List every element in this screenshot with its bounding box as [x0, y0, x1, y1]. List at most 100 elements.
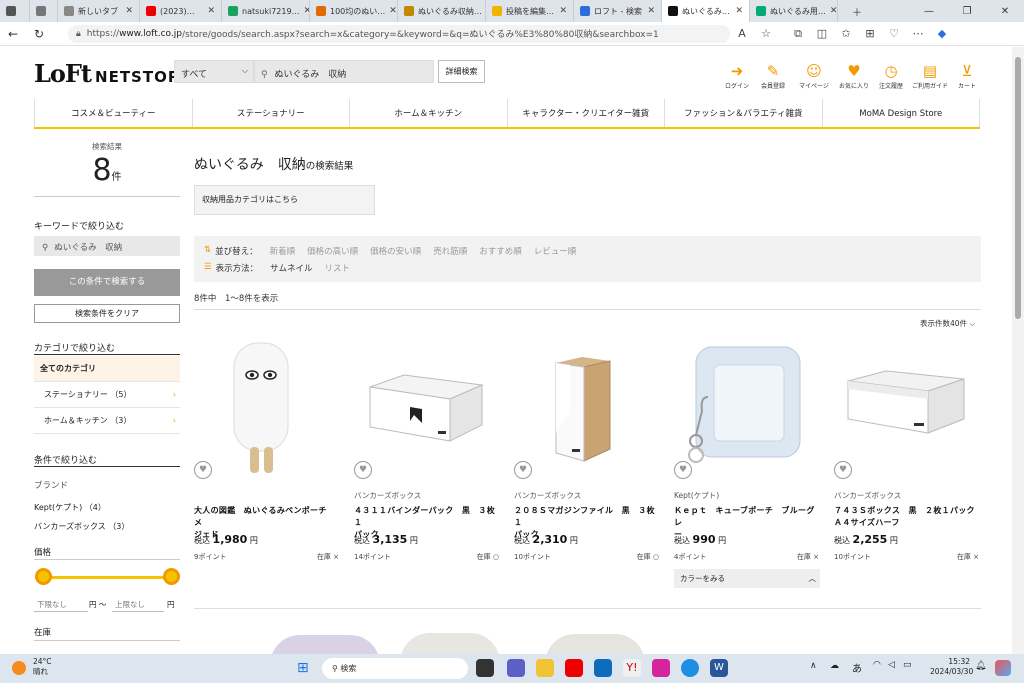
guide-link[interactable]: ▤ ご利用ガイド [911, 61, 949, 90]
order-history-link[interactable]: ◷ 注文履歴 [872, 61, 910, 90]
start-windows-icon[interactable]: ⊞ [297, 660, 313, 676]
view-colors-button[interactable]: カラーをみる ︿ [674, 569, 820, 588]
edge-icon[interactable] [681, 659, 699, 677]
close-icon[interactable]: ✕ [830, 6, 837, 16]
category-stationery[interactable]: ステーショナリー （5） › [34, 382, 180, 408]
youtube-icon[interactable] [565, 659, 583, 677]
tab-youtube[interactable]: (2023)… ✕ [140, 0, 222, 22]
scrollbar-thumb[interactable] [1015, 57, 1021, 319]
tab-100kin[interactable]: 100均のぬい… ✕ [310, 0, 398, 22]
nav-stationery[interactable]: ステーショナリー [191, 99, 350, 127]
cloud-icon[interactable]: ☁ [830, 661, 839, 671]
teams-icon[interactable] [507, 659, 525, 677]
close-icon[interactable]: ✕ [125, 6, 133, 16]
favorite-heart-icon[interactable]: ♥ [514, 461, 532, 479]
close-icon[interactable]: ✕ [647, 6, 655, 16]
favorite-star-icon[interactable]: ☆ [754, 27, 778, 40]
tab-plush-storage[interactable]: ぬいぐるみ用… ✕ [750, 0, 838, 22]
weather-icon[interactable] [12, 661, 26, 675]
close-icon[interactable]: ✕ [735, 6, 743, 16]
favorite-heart-icon[interactable]: ♥ [834, 461, 852, 479]
search-input[interactable]: ⚲ ぬいぐるみ 収納 [254, 60, 434, 83]
word-icon[interactable]: W [710, 659, 728, 677]
favorite-heart-icon[interactable]: ♥ [674, 461, 692, 479]
tab-new-tab[interactable]: 新しいタブ ✕ [58, 0, 140, 22]
minimize-icon[interactable]: — [910, 6, 948, 17]
refresh-icon[interactable]: ↻ [26, 27, 52, 41]
per-page-select[interactable]: 表示件数40件 ⌵ [920, 318, 975, 329]
product-image-next-row[interactable] [545, 634, 645, 654]
brand-bankers-box[interactable]: バンカーズボックス （3） [34, 521, 129, 532]
file-explorer-icon[interactable] [536, 659, 554, 677]
back-icon[interactable]: ← [0, 27, 26, 41]
close-window-icon[interactable]: ✕ [986, 6, 1024, 17]
address-bar[interactable]: 🔒︎ https://www.loft.co.jp/store/goods/se… [68, 24, 730, 43]
nav-character[interactable]: キャラクター・クリエイター雑貨 [506, 99, 665, 127]
category-home-kitchen[interactable]: ホーム＆キッチン （3） › [34, 408, 180, 434]
ime-indicator[interactable]: あ [852, 660, 862, 675]
instagram-icon[interactable] [652, 659, 670, 677]
extensions-icon[interactable]: ⧉ [786, 27, 810, 41]
sort-best-selling[interactable]: 売れ筋順 [433, 245, 467, 257]
tab-sheets[interactable]: natsuki7219…✕ [222, 0, 310, 22]
chevron-up-icon[interactable]: ∧ [810, 661, 817, 671]
nav-cosme[interactable]: コスメ＆ビューティー [34, 99, 192, 127]
page-scrollbar[interactable] [1012, 47, 1024, 654]
split-screen-icon[interactable]: ◫ [810, 27, 834, 40]
view-thumbnail[interactable]: サムネイル [270, 262, 312, 274]
taskbar-search[interactable]: ⚲ 検索 [322, 658, 468, 679]
yahoo-icon[interactable]: Y! [623, 659, 641, 677]
price-max-input[interactable]: 上限なし [112, 599, 164, 612]
product-image-plush-pouch[interactable] [194, 337, 339, 487]
register-link[interactable]: ✎ 会員登録 [754, 61, 792, 90]
sort-price-high[interactable]: 価格の高い順 [307, 245, 358, 257]
close-icon[interactable]: ✕ [207, 6, 215, 16]
brand-kept[interactable]: Kept(ケプト) （4） [34, 502, 106, 513]
restore-icon[interactable]: ❐ [948, 6, 986, 17]
product-image-binder-pack[interactable] [354, 337, 499, 487]
copilot-taskbar-icon[interactable] [995, 660, 1011, 676]
tab-edit-post[interactable]: 投稿を編集… ✕ [486, 0, 574, 22]
clock[interactable]: 15:32 2024/03/30 [930, 657, 973, 677]
tab-loft-search[interactable]: ロフト - 検索 ✕ [574, 0, 662, 22]
more-icon[interactable]: ⋯ [906, 27, 930, 40]
task-view-icon[interactable] [476, 659, 494, 677]
product-image-next-row[interactable] [400, 633, 500, 654]
sort-recommended[interactable]: おすすめ順 [479, 245, 522, 257]
mypage-link[interactable]: ☺ マイページ [795, 61, 833, 90]
product-image-storage-box[interactable] [834, 337, 979, 487]
apply-filter-button[interactable]: この条件で検索する [34, 269, 180, 296]
price-slider-track[interactable] [42, 576, 172, 579]
price-slider-min-handle[interactable] [35, 568, 52, 585]
storage-category-link[interactable]: 収納用品カテゴリはこちら [194, 185, 375, 215]
price-slider-max-handle[interactable] [163, 568, 180, 585]
favorite-heart-icon[interactable]: ♥ [194, 461, 212, 479]
view-list[interactable]: リスト [324, 262, 350, 274]
tab-loft-active[interactable]: ぬいぐるみ… ✕ [662, 0, 750, 22]
collections-icon[interactable]: ⊞ [858, 27, 882, 40]
nav-moma[interactable]: MoMA Design Store [821, 99, 980, 127]
sort-price-low[interactable]: 価格の安い順 [370, 245, 421, 257]
store-icon[interactable] [594, 659, 612, 677]
notification-bell-icon[interactable]: 🔔︎ [975, 661, 986, 671]
category-select[interactable]: すべて ⌵ [174, 60, 254, 83]
battery-icon[interactable]: ▭ [903, 660, 912, 670]
read-aloud-icon[interactable]: A [730, 27, 754, 40]
nav-fashion[interactable]: ファッション＆バラエティ雑貨 [664, 99, 822, 127]
loft-logo[interactable]: LoFt NETSTORE [34, 59, 192, 88]
login-link[interactable]: ➜ ログイン [718, 61, 756, 90]
tab-actions-icon[interactable] [0, 0, 30, 22]
performance-icon[interactable]: ♡ [882, 27, 906, 40]
price-min-input[interactable]: 下限なし [34, 599, 88, 612]
copilot-icon[interactable]: ◆ [930, 27, 954, 40]
weather-widget[interactable]: 24°C 晴れ [33, 657, 52, 677]
favorite-heart-icon[interactable]: ♥ [354, 461, 372, 479]
cart-link[interactable]: ⊻ カート [948, 61, 986, 90]
category-all[interactable]: 全てのカテゴリ [34, 356, 180, 382]
speaker-icon[interactable]: ◁ [888, 660, 895, 670]
favorites-icon[interactable]: ✩ [834, 27, 858, 40]
tab-workspaces-icon[interactable] [30, 0, 58, 22]
nav-home-kitchen[interactable]: ホーム＆キッチン [349, 99, 507, 127]
product-name[interactable]: ７４３Ｓボックス 黒 ２枚１パック Ａ４サイズハーフ [834, 505, 975, 529]
new-tab-button[interactable]: ＋ [838, 4, 876, 19]
